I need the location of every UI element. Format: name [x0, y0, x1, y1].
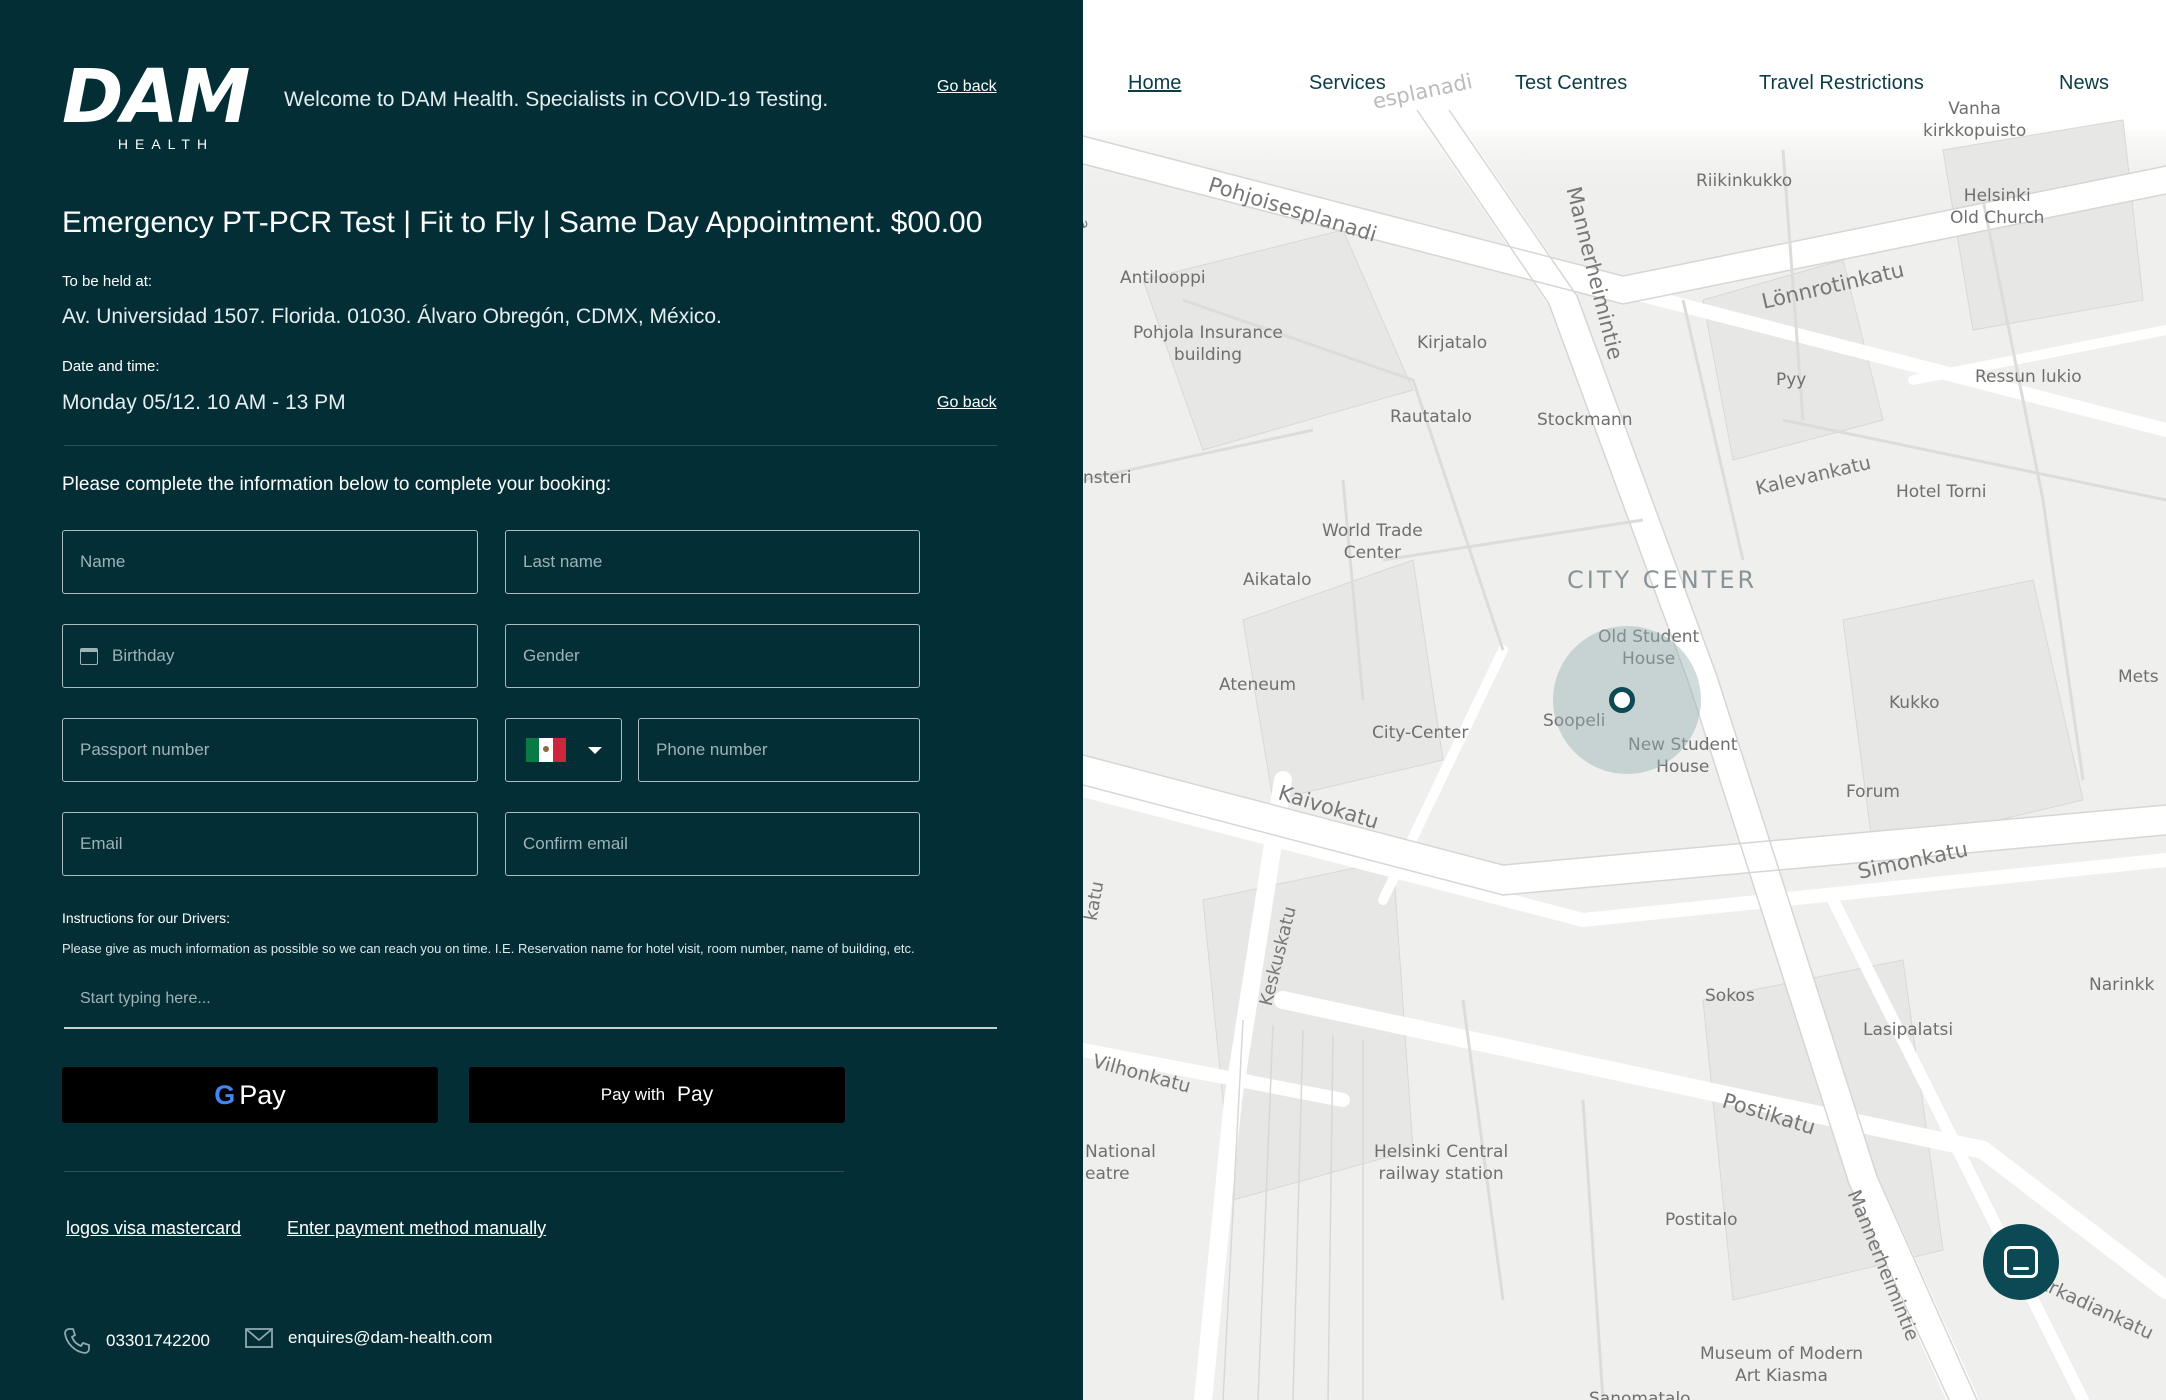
map-label-old-church: Helsinki Old Church [1950, 186, 2045, 228]
chat-icon [2004, 1246, 2038, 1278]
mail-icon [245, 1328, 273, 1348]
map-label-nsteri: nsteri [1083, 468, 1132, 488]
phone-placeholder: Phone number [656, 740, 768, 759]
map-label-metso: Mets [2118, 667, 2159, 687]
map-label-stockmann: Stockmann [1537, 410, 1633, 430]
map-label-national-theatre: National eatre [1085, 1142, 1156, 1184]
driver-instructions-input[interactable]: Start typing here... [64, 982, 997, 1029]
map-label-riikinkukko: Riikinkukko [1696, 171, 1793, 191]
nav-news[interactable]: News [2059, 72, 2109, 95]
booking-panel: DAM HEALTH Welcome to DAM Health. Specia… [0, 0, 1083, 1400]
nav-travel-restrictions[interactable]: Travel Restrictions [1759, 72, 1924, 95]
contact-email[interactable]: enquires@dam-health.com [244, 1326, 492, 1350]
apple-pay-prefix: Pay with [600, 1085, 666, 1104]
booking-title: Emergency PT-PCR Test | Fit to Fly | Sam… [62, 206, 983, 239]
mexico-flag-icon [526, 738, 566, 762]
birthday-placeholder: Birthday [112, 646, 175, 665]
map-label-world-trade-center: World Trade Center [1322, 521, 1423, 563]
location-pin-icon[interactable] [1609, 687, 1635, 713]
map-label-city-center-mall: City-Center [1372, 723, 1469, 743]
map-label-ressun: Ressun lukio [1975, 367, 2082, 387]
map-label-kukko: Kukko [1889, 693, 1940, 713]
apple-pay-label: Pay [677, 1083, 714, 1106]
instructions-title: Instructions for our Drivers: [62, 910, 231, 926]
location-value: Av. Universidad 1507. Florida. 01030. Ál… [62, 305, 722, 328]
map-label-rautatalo: Rautatalo [1390, 407, 1472, 427]
google-pay-label: Pay [239, 1079, 286, 1110]
email-input[interactable]: Email [62, 812, 478, 876]
map-label-postitalo: Postitalo [1665, 1210, 1738, 1230]
google-icon: G [214, 1079, 236, 1110]
gender-placeholder: Gender [523, 646, 580, 665]
map-label-hotel-torni: Hotel Torni [1896, 482, 1987, 502]
instructions-text: Please give as much information as possi… [62, 941, 915, 956]
phone-input[interactable]: Phone number [638, 718, 920, 782]
chevron-down-icon [588, 746, 602, 754]
apple-pay-button[interactable]: Pay with Pay [469, 1067, 845, 1123]
map-label-pohjola: Pohjola Insurance building [1133, 323, 1283, 365]
go-back-link-datetime[interactable]: Go back [937, 394, 997, 412]
nav-home[interactable]: Home [1128, 72, 1181, 95]
map-label-aikatalo: Aikatalo [1243, 570, 1312, 590]
passport-input[interactable]: Passport number [62, 718, 478, 782]
name-placeholder: Name [80, 552, 126, 571]
map-label-forum: Forum [1846, 782, 1900, 802]
map-panel[interactable]: Home Services Test Centres Travel Restri… [1083, 0, 2166, 1400]
manual-payment-link[interactable]: Enter payment method manually [287, 1218, 546, 1239]
datetime-label: Date and time: [62, 358, 160, 375]
phone-number-text: 03301742200 [106, 1331, 211, 1350]
instructions-placeholder: Start typing here... [80, 990, 211, 1007]
chat-button[interactable] [1983, 1224, 2059, 1300]
google-pay-button[interactable]: G Pay [62, 1067, 438, 1123]
payment-divider [64, 1171, 844, 1172]
divider [64, 445, 997, 446]
confirm-email-placeholder: Confirm email [523, 834, 628, 853]
last-name-placeholder: Last name [523, 552, 603, 571]
welcome-text: Welcome to DAM Health. Specialists in CO… [284, 88, 829, 111]
logo-wordmark: DAM [62, 54, 250, 140]
dam-health-logo[interactable]: DAM HEALTH [62, 60, 252, 152]
map-label-pyy: Pyy [1776, 370, 1807, 390]
map-label-vanha: Vanha kirkkopuisto [1923, 99, 2027, 141]
datetime-value: Monday 05/12. 10 AM - 13 PM [62, 391, 346, 414]
email-address-text: enquires@dam-health.com [288, 1328, 493, 1347]
map-label-narinkka: Narinkk [2089, 975, 2155, 995]
contact-phone[interactable]: 03301742200 [62, 1326, 210, 1356]
map-label-kirjatalo: Kirjatalo [1417, 333, 1488, 353]
map-label-sokos: Sokos [1705, 986, 1755, 1006]
map-label-sanomatalo: Sanomatalo [1589, 1389, 1691, 1400]
gender-select[interactable]: Gender [505, 624, 920, 688]
form-prompt: Please complete the information below to… [62, 474, 612, 495]
map-label-antilooppi: Antilooppi [1120, 268, 1206, 288]
map-city-center-label: CITY CENTER [1567, 566, 1758, 594]
country-code-select[interactable] [505, 718, 622, 782]
map-label-ateneum: Ateneum [1219, 675, 1297, 695]
nav-test-centres[interactable]: Test Centres [1515, 72, 1627, 95]
phone-icon [64, 1328, 90, 1354]
name-input[interactable]: Name [62, 530, 478, 594]
card-logos-link[interactable]: logos visa mastercard [66, 1218, 241, 1239]
email-placeholder: Email [80, 834, 123, 853]
calendar-icon [80, 647, 98, 665]
last-name-input[interactable]: Last name [505, 530, 920, 594]
birthday-input[interactable]: Birthday [62, 624, 478, 688]
location-label: To be held at: [62, 273, 153, 290]
map-label-kiasma: Museum of Modern Art Kiasma [1700, 1344, 1864, 1386]
confirm-email-input[interactable]: Confirm email [505, 812, 920, 876]
passport-placeholder: Passport number [80, 740, 210, 759]
map-label-lasipalatsi: Lasipalatsi [1863, 1020, 1954, 1040]
map-label-railway-station: Helsinki Central railway station [1374, 1142, 1509, 1184]
go-back-link-top[interactable]: Go back [937, 78, 997, 96]
